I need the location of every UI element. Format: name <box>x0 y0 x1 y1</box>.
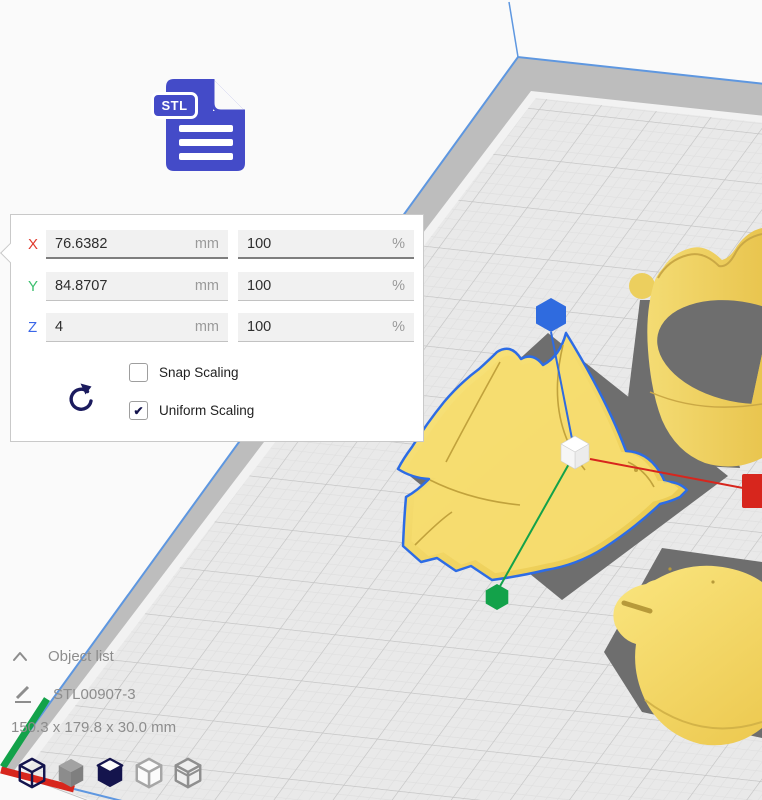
chevron-up-icon <box>12 651 28 662</box>
z-percent-input[interactable] <box>238 313 414 341</box>
x-percent-field: % <box>238 230 414 259</box>
scale-row-y: Y mm % <box>11 272 423 302</box>
view-toolbar <box>16 753 204 793</box>
object-list-item[interactable]: STL00907-3 <box>13 684 136 704</box>
cube-outline-icon <box>133 754 165 792</box>
y-size-input[interactable] <box>46 272 228 300</box>
object-name: STL00907-3 <box>53 686 136 703</box>
toolbar-button-2[interactable] <box>55 753 87 793</box>
snap-scaling-label: Snap Scaling <box>159 365 239 380</box>
cube-selected-icon <box>94 754 126 792</box>
toolbar-button-1[interactable] <box>16 753 48 793</box>
uniform-scaling-checkbox[interactable]: ✔ <box>129 401 148 420</box>
cube-wireframe-icon <box>16 754 48 792</box>
z-percent-field: % <box>238 313 414 342</box>
snap-scaling-checkbox[interactable] <box>129 363 148 382</box>
stl-badge: STL <box>151 92 198 119</box>
pencil-edit-icon <box>13 684 33 704</box>
z-axis-label: Z <box>28 319 37 336</box>
toolbar-button-4[interactable] <box>133 753 165 793</box>
x-axis-label: X <box>28 236 38 253</box>
uniform-scaling-label: Uniform Scaling <box>159 403 254 418</box>
build-volume-edge <box>509 2 518 57</box>
y-percent-field: % <box>238 272 414 301</box>
toolbar-button-5[interactable] <box>172 753 204 793</box>
cube-layered-icon <box>172 754 204 792</box>
x-size-input[interactable] <box>46 230 228 257</box>
stl-file-icon[interactable]: STL <box>151 77 251 177</box>
y-size-field: mm <box>46 272 228 301</box>
uniform-scaling-checkmark: ✔ <box>133 404 143 418</box>
snap-scaling-row: Snap Scaling <box>129 363 239 382</box>
object-list-title: Object list <box>48 648 114 665</box>
reset-rotate-icon <box>65 379 95 419</box>
z-size-field: mm <box>46 313 228 342</box>
gizmo-x-handle[interactable] <box>742 474 762 508</box>
stamp-dot <box>668 567 671 570</box>
cube-solid-icon <box>55 754 87 792</box>
stamp-dot <box>711 580 714 583</box>
x-percent-input[interactable] <box>238 230 414 257</box>
toolbar-button-3[interactable] <box>94 753 126 793</box>
scale-row-x: X mm % <box>11 230 423 260</box>
scale-tool-panel: X mm % Y mm % Z mm % <box>10 214 424 442</box>
object-list-header[interactable]: Object list <box>12 648 114 665</box>
y-axis-label: Y <box>28 278 38 295</box>
reset-scale-button[interactable] <box>63 377 97 421</box>
scale-row-z: Z mm % <box>11 313 423 343</box>
uniform-scaling-row: ✔ Uniform Scaling <box>129 401 254 420</box>
object-dimensions: 150.3 x 179.8 x 30.0 mm <box>11 719 176 736</box>
y-percent-input[interactable] <box>238 272 414 300</box>
x-size-field: mm <box>46 230 228 259</box>
z-size-input[interactable] <box>46 313 228 341</box>
